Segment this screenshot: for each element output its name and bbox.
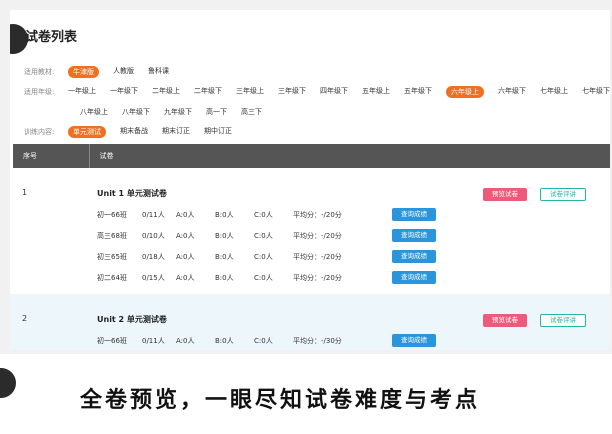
query-score-button[interactable]: 查询成绩	[392, 271, 436, 284]
grade-c: C:0人	[254, 274, 273, 282]
grade-c: C:0人	[254, 211, 273, 219]
class-row: 初一66班 0/11人 A:0人 B:0人 C:0人 平均分：-/20分 查询成绩	[97, 208, 577, 222]
filter-option[interactable]: 七年级上	[540, 86, 568, 98]
analysis-button[interactable]: 试卷评讲	[540, 188, 586, 201]
filter-option[interactable]: 六年级上	[446, 86, 484, 98]
filter-option[interactable]: 六年级下	[498, 86, 526, 98]
grade-b: B:0人	[215, 274, 234, 282]
grade-b: B:0人	[215, 337, 234, 345]
filter-option[interactable]: 高一下	[206, 107, 227, 117]
filter-panel: 适用教材: 牛津版 人教版 鲁科课 适用年级: 一年级上 一年级下 二年级上 二年级下 三年…	[24, 62, 610, 142]
grade-a: A:0人	[176, 274, 195, 282]
decor-circle	[0, 368, 16, 398]
filter-option[interactable]: 七年级下	[582, 86, 610, 98]
main-panel: 试卷列表 适用教材: 牛津版 人教版 鲁科课 适用年级: 一年级上 一年级下 二年级上 二…	[10, 10, 610, 350]
filter-option[interactable]: 鲁科课	[148, 66, 169, 78]
row-index: 1	[22, 188, 28, 197]
grade-a: A:0人	[176, 211, 195, 219]
filter-option[interactable]: 高三下	[241, 107, 262, 117]
submit-count: 0/11人	[142, 337, 165, 345]
filter-option[interactable]: 二年级上	[152, 86, 180, 98]
class-name: 初一66班	[97, 211, 127, 219]
class-row: 高三68班 0/10人 A:0人 B:0人 C:0人 平均分：-/20分 查询成绩	[97, 229, 577, 243]
filter-label: 适用教材:	[24, 68, 55, 76]
col-index: 序号	[13, 144, 90, 168]
filter-content: 训练内容: 单元测试 期末备战 期末订正 期中订正	[24, 122, 610, 142]
filter-textbook: 适用教材: 牛津版 人教版 鲁科课	[24, 62, 610, 82]
average-score: 平均分：-/20分	[293, 211, 342, 219]
class-name: 初二64班	[97, 274, 127, 282]
filter-option[interactable]: 期末订正	[162, 126, 190, 138]
grade-c: C:0人	[254, 337, 273, 345]
filter-option[interactable]: 八年级上	[80, 107, 108, 117]
query-score-button[interactable]: 查询成绩	[392, 208, 436, 221]
filter-option[interactable]: 期中订正	[204, 126, 232, 138]
caption-banner: 全卷预览，一眼尽知试卷难度与考点	[0, 354, 612, 434]
paper-table: 序号 试卷	[13, 144, 610, 168]
submit-count: 0/10人	[142, 232, 165, 240]
filter-option[interactable]: 二年级下	[194, 86, 222, 98]
page: 试卷列表 适用教材: 牛津版 人教版 鲁科课 适用年级: 一年级上 一年级下 二年级上 二…	[0, 0, 612, 434]
class-name: 高三68班	[97, 232, 127, 240]
filter-option[interactable]: 四年级下	[320, 86, 348, 98]
filter-option[interactable]: 五年级下	[404, 86, 432, 98]
filter-grade-cont: 八年级上 八年级下 九年级下 高一下 高三下	[24, 102, 610, 122]
average-score: 平均分：-/20分	[293, 274, 342, 282]
filter-label: 适用年级:	[24, 88, 55, 96]
filter-option[interactable]: 牛津版	[68, 66, 99, 78]
average-score: 平均分：-/30分	[293, 337, 342, 345]
class-row: 初一66班 0/11人 A:0人 B:0人 C:0人 平均分：-/30分 查询成绩	[97, 334, 577, 348]
unit-row: 1 Unit 1 单元测试卷 预览试卷 试卷评讲初一66班 0/11人 A:0人 B:0人 C…	[10, 168, 610, 292]
query-score-button[interactable]: 查询成绩	[392, 250, 436, 263]
class-row: 初三65班 0/18人 A:0人 B:0人 C:0人 平均分：-/20分 查询成绩	[97, 250, 577, 264]
filter-option[interactable]: 三年级上	[236, 86, 264, 98]
preview-button[interactable]: 预览试卷	[483, 314, 527, 327]
submit-count: 0/15人	[142, 274, 165, 282]
filter-option[interactable]: 五年级上	[362, 86, 390, 98]
filter-option[interactable]: 三年级下	[278, 86, 306, 98]
preview-button[interactable]: 预览试卷	[483, 188, 527, 201]
query-score-button[interactable]: 查询成绩	[392, 229, 436, 242]
average-score: 平均分：-/20分	[293, 253, 342, 261]
submit-count: 0/11人	[142, 211, 165, 219]
filter-label: 训练内容:	[24, 128, 55, 136]
caption-text: 全卷预览，一眼尽知试卷难度与考点	[80, 388, 481, 413]
submit-count: 0/18人	[142, 253, 165, 261]
paper-title: Unit 1 单元测试卷	[97, 189, 167, 198]
filter-option[interactable]: 八年级下	[122, 107, 150, 117]
grade-c: C:0人	[254, 232, 273, 240]
query-score-button[interactable]: 查询成绩	[392, 334, 436, 347]
paper-title: Unit 2 单元测试卷	[97, 315, 167, 324]
col-paper: 试卷	[89, 144, 610, 168]
table-header: 序号 试卷	[13, 144, 610, 168]
filter-option[interactable]: 单元测试	[68, 126, 106, 138]
grade-a: A:0人	[176, 232, 195, 240]
grade-b: B:0人	[215, 211, 234, 219]
filter-option[interactable]: 期末备战	[120, 126, 148, 138]
class-name: 初一66班	[97, 337, 127, 345]
filter-option[interactable]: 一年级下	[110, 86, 138, 98]
class-name: 初三65班	[97, 253, 127, 261]
grade-a: A:0人	[176, 253, 195, 261]
row-index: 2	[22, 314, 28, 323]
grade-b: B:0人	[215, 253, 234, 261]
filter-option[interactable]: 人教版	[113, 66, 134, 78]
filter-grade: 适用年级: 一年级上 一年级下 二年级上 二年级下 三年级上 三年级下 四年级下 五年级上 五年…	[24, 82, 610, 102]
grade-b: B:0人	[215, 232, 234, 240]
page-title: 试卷列表	[25, 30, 78, 45]
analysis-button[interactable]: 试卷评讲	[540, 314, 586, 327]
filter-option[interactable]: 一年级上	[68, 86, 96, 98]
grade-a: A:0人	[176, 337, 195, 345]
unit-row: 2 Unit 2 单元测试卷 预览试卷 试卷评讲初一66班 0/11人 A:0人 B:0人 C…	[10, 294, 610, 350]
filter-option[interactable]: 九年级下	[164, 107, 192, 117]
average-score: 平均分：-/20分	[293, 232, 342, 240]
grade-c: C:0人	[254, 253, 273, 261]
class-row: 初二64班 0/15人 A:0人 B:0人 C:0人 平均分：-/20分 查询成绩	[97, 271, 577, 285]
